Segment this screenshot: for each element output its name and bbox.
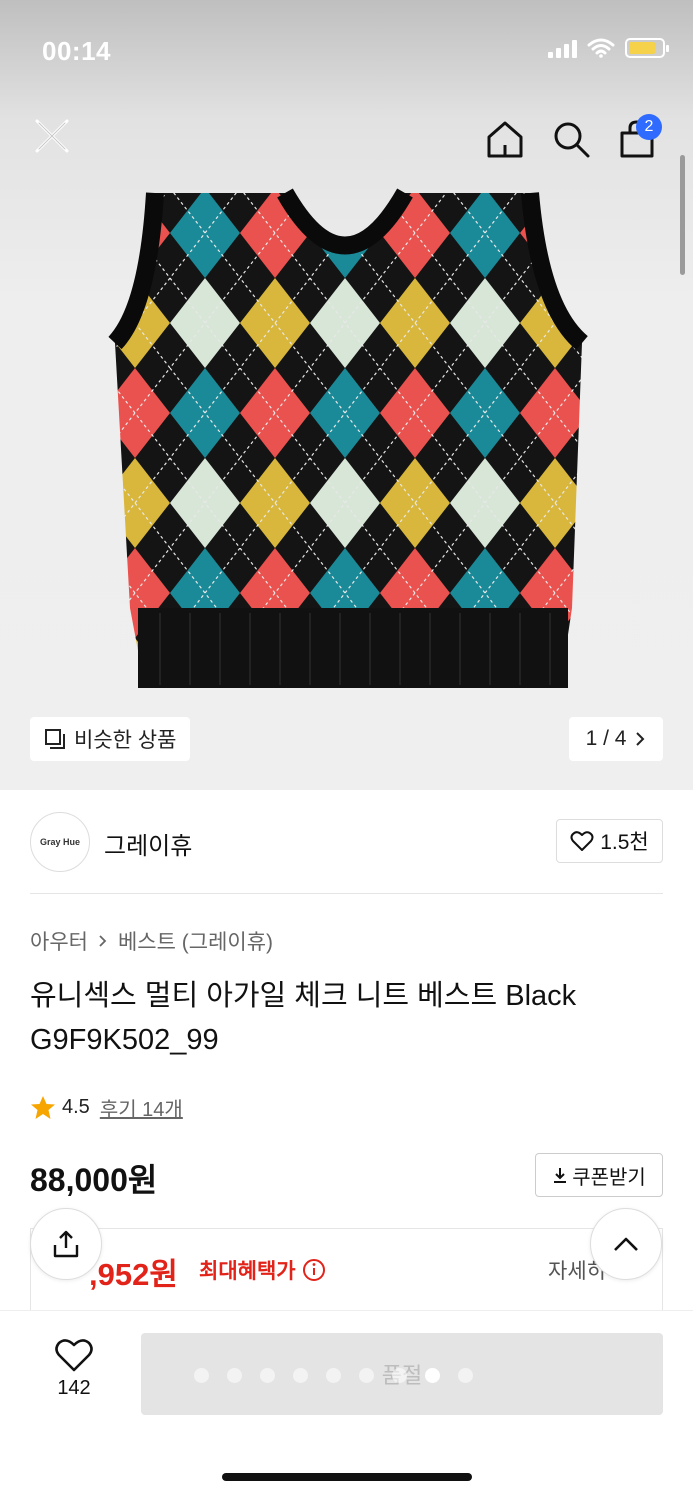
heart-icon — [55, 1339, 93, 1372]
rating-score: 4.5 — [62, 1096, 90, 1118]
breadcrumb-category[interactable]: 아우터 — [30, 926, 88, 956]
coupon-button[interactable]: 쿠폰받기 — [535, 1153, 663, 1197]
scrollbar[interactable] — [680, 155, 685, 275]
page-dots — [194, 1368, 473, 1383]
page-dot — [392, 1368, 407, 1383]
page-dot — [194, 1368, 209, 1383]
cart-count-badge: 2 — [636, 114, 662, 140]
layers-icon — [45, 729, 65, 749]
breadcrumb: 아우터 베스트 (그레이휴) — [30, 926, 273, 956]
wishlist-button[interactable]: 142 — [36, 1337, 112, 1400]
wifi-icon — [587, 38, 615, 58]
search-icon — [554, 122, 590, 158]
max-benefit-label-text: 최대혜택가 — [199, 1260, 296, 1283]
star-icon — [31, 1095, 55, 1119]
info-icon[interactable] — [302, 1258, 326, 1282]
brand-like-button[interactable]: 1.5천 — [556, 819, 663, 863]
status-time: 00:14 — [42, 36, 111, 66]
brand-name[interactable]: 그레이휴 — [104, 826, 192, 861]
heart-icon — [570, 831, 594, 851]
brand-logo[interactable]: Gray Hue — [30, 812, 90, 872]
home-button[interactable] — [482, 116, 528, 162]
reviews-link[interactable]: 후기 14개 — [100, 1093, 183, 1122]
share-icon — [53, 1230, 79, 1258]
max-benefit-price: ,952원 — [89, 1257, 178, 1292]
battery-icon — [625, 38, 669, 58]
image-counter[interactable]: 1 / 4 — [569, 717, 663, 761]
brand-row[interactable]: Gray Hue 그레이휴 1.5천 — [0, 790, 693, 894]
product-price: 88,000원 — [30, 1162, 158, 1198]
max-benefit-box[interactable]: ,952원 최대혜택가 자세히 — [30, 1228, 663, 1310]
download-icon — [554, 1168, 567, 1183]
image-counter-text: 1 / 4 — [585, 727, 627, 750]
search-button[interactable] — [548, 116, 594, 162]
page-dot — [293, 1368, 308, 1383]
page-dot — [359, 1368, 374, 1383]
divider — [30, 893, 663, 894]
wishlist-count: 142 — [57, 1377, 91, 1399]
product-title: 유니섹스 멀티 아가일 체크 니트 베스트 Black G9F9K502_99 — [30, 980, 577, 1056]
chevron-right-icon — [99, 935, 107, 947]
chevron-right-icon — [636, 732, 645, 746]
close-icon — [35, 119, 69, 153]
scroll-to-top-button[interactable] — [590, 1208, 662, 1280]
page-dot-active — [425, 1368, 440, 1383]
breadcrumb-subcategory[interactable]: 베스트 (그레이휴) — [118, 926, 273, 956]
brand-logo-text: Gray Hue — [39, 837, 81, 847]
product-image[interactable] — [100, 188, 590, 693]
cellular-signal-icon — [548, 38, 577, 58]
share-button[interactable] — [30, 1208, 102, 1280]
bottom-action-bar: 142 품절 — [0, 1310, 693, 1500]
page-dot — [260, 1368, 275, 1383]
brand-like-count: 1.5천 — [600, 831, 649, 854]
status-icons — [548, 38, 669, 58]
page-dot — [227, 1368, 242, 1383]
close-button[interactable] — [28, 112, 76, 160]
status-bar: 00:14 — [0, 0, 693, 100]
cart-button[interactable]: 2 — [614, 114, 662, 162]
page-dot — [458, 1368, 473, 1383]
chevron-up-icon — [614, 1237, 638, 1251]
product-gallery[interactable]: 00:14 2 비슷한 상품 1 / 4 — [0, 0, 693, 790]
rating-summary[interactable]: 4.5 후기 14개 — [30, 1093, 183, 1122]
similar-products-button[interactable]: 비슷한 상품 — [30, 717, 191, 761]
home-icon — [487, 121, 523, 158]
page-dot — [326, 1368, 341, 1383]
coupon-label: 쿠폰받기 — [572, 1166, 646, 1189]
home-indicator — [222, 1473, 472, 1481]
max-benefit-label: 최대혜택가 — [199, 1255, 326, 1285]
similar-products-label: 비슷한 상품 — [74, 729, 177, 752]
